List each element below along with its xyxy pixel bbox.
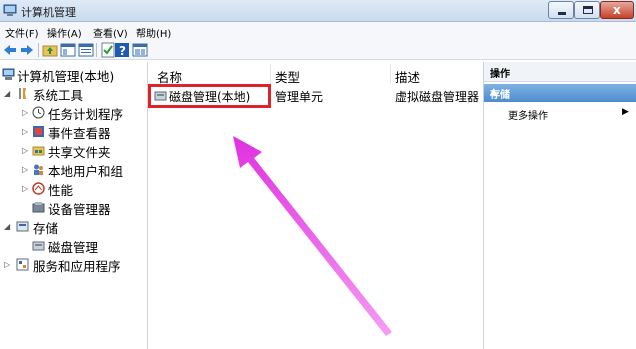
tree-label: 事件查看器 <box>48 126 111 141</box>
actions-header: 操作 <box>484 62 636 82</box>
tree-label: 服务和应用程序 <box>33 259 121 274</box>
event-viewer-icon <box>33 126 44 137</box>
column-header-type[interactable]: 类型 <box>275 67 300 86</box>
system-tools-icon <box>19 88 26 99</box>
tree-label: 计算机管理(本地) <box>17 69 115 84</box>
collapse-caret-icon[interactable]: ▲ <box>490 87 629 97</box>
more-actions-item[interactable]: 更多操作 <box>508 107 548 122</box>
expanded-arrow-icon[interactable]: ◢ <box>4 89 10 98</box>
collapsed-arrow-icon[interactable]: ▷ <box>4 260 10 269</box>
up-folder-icon[interactable] <box>42 42 58 58</box>
toolbar: ? <box>0 40 636 60</box>
device-manager-icon <box>32 202 45 213</box>
services-icon <box>16 258 29 271</box>
menu-action[interactable]: 操作(A) <box>47 25 82 40</box>
tree-label: 系统工具 <box>33 88 84 103</box>
tree-label: 设备管理器 <box>48 202 111 217</box>
back-icon[interactable] <box>2 42 18 58</box>
actions-pane: 操作 存储 ▲ 更多操作 ▶ <box>483 62 636 349</box>
highlight-box <box>148 84 271 108</box>
computer-management-icon <box>3 4 17 16</box>
column-header-description[interactable]: 描述 <box>395 67 420 86</box>
minimize-button[interactable] <box>548 1 574 19</box>
close-button[interactable]: x <box>600 1 634 19</box>
forward-icon[interactable] <box>19 42 35 58</box>
shared-folder-icon <box>32 146 45 156</box>
expanded-arrow-icon[interactable]: ◢ <box>4 222 10 231</box>
collapsed-arrow-icon[interactable]: ▷ <box>22 184 28 193</box>
actions-title: 操作 <box>490 69 510 80</box>
row-type: 管理单元 <box>275 90 324 104</box>
tree-label: 性能 <box>48 183 74 198</box>
tree-label: 任务计划程序 <box>48 107 124 122</box>
menu-bar: 文件(F) 操作(A) 查看(V) 帮助(H) <box>0 22 636 40</box>
computer-management-window: 计算机管理 x 文件(F) 操作(A) 查看(V) 帮助(H) ? 计算机管理(… <box>0 0 636 349</box>
users-icon <box>34 164 43 175</box>
window-icon[interactable] <box>132 42 148 58</box>
submenu-arrow-icon[interactable]: ▶ <box>622 107 629 117</box>
actions-section-storage[interactable]: 存储 ▲ <box>484 84 636 102</box>
title-bar: 计算机管理 x <box>0 0 636 22</box>
collapsed-arrow-icon[interactable]: ▷ <box>22 108 28 117</box>
tree-label: 磁盘管理 <box>48 240 99 255</box>
window-title: 计算机管理 <box>21 6 76 19</box>
storage-icon <box>16 221 29 232</box>
navigation-tree: 计算机管理(本地) ◢ 系统工具 ▷ 任务计划程序 ▷ 事件查看器 ▷ 共享文件… <box>0 62 148 349</box>
computer-management-icon <box>2 68 15 80</box>
disk-icon <box>32 241 45 251</box>
collapsed-arrow-icon[interactable]: ▷ <box>22 165 28 174</box>
svg-text:?: ? <box>119 44 126 58</box>
maximize-button[interactable] <box>574 1 600 19</box>
tree-label: 共享文件夹 <box>48 145 111 160</box>
tree-label: 本地用户和组 <box>48 164 124 179</box>
clock-icon <box>32 106 45 119</box>
row-description: 虚拟磁盘管理器 <box>395 90 480 104</box>
performance-icon <box>32 182 45 195</box>
menu-view[interactable]: 查看(V) <box>93 25 128 40</box>
collapsed-arrow-icon[interactable]: ▷ <box>22 146 28 155</box>
menu-file[interactable]: 文件(F) <box>5 25 39 40</box>
collapsed-arrow-icon[interactable]: ▷ <box>22 127 28 136</box>
tree-label: 存储 <box>33 221 59 236</box>
show-hide-tree-icon[interactable] <box>60 42 76 58</box>
menu-help[interactable]: 帮助(H) <box>136 25 171 40</box>
help-icon[interactable]: ? <box>114 42 130 58</box>
export-icon[interactable] <box>78 42 94 58</box>
